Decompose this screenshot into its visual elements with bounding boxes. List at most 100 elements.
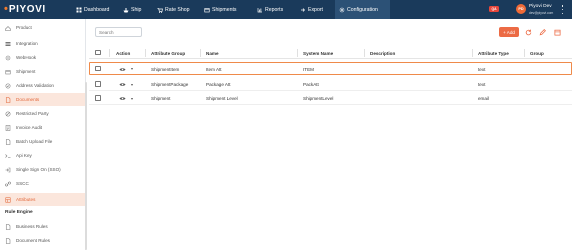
column-header-name[interactable]: Name — [206, 51, 219, 56]
sidebar-item-label: Shipment — [16, 69, 36, 74]
edit-button[interactable] — [538, 28, 546, 36]
cell-attribute-type: text — [478, 81, 486, 87]
sidebar-scrollbar[interactable] — [85, 82, 87, 250]
ship-icon — [123, 7, 129, 12]
cell-attribute-type: text — [478, 66, 486, 72]
nav-reports-label: Reports — [265, 6, 284, 13]
action-dropdown-icon[interactable] — [131, 68, 133, 70]
invoice-audit-icon — [5, 124, 11, 131]
row-checkbox[interactable] — [95, 95, 101, 101]
nav-rate-shop-label: Rate Shop — [165, 6, 190, 13]
sidebar-item-label: Integration — [16, 41, 38, 46]
restricted-party-icon — [5, 111, 11, 116]
sidebar-item-shipment[interactable]: Shipment — [0, 65, 86, 78]
sidebar-item-label: Document Rules — [16, 238, 50, 243]
user-avatar[interactable]: PD — [516, 4, 526, 14]
piyovi-logo[interactable]: • PIYOVI — [4, 3, 46, 16]
cell-attribute-group: ShipmentPackage — [151, 81, 189, 87]
business-rules-icon — [5, 223, 11, 230]
cell-attribute-type: email — [478, 95, 489, 101]
sidebar-item-documents[interactable]: Documents — [0, 93, 86, 106]
nav-ship[interactable]: Ship — [119, 0, 145, 19]
nav-ship-label: Ship — [131, 6, 142, 13]
sidebar-item-restricted-party[interactable]: Restricted Party — [0, 107, 86, 120]
column-header-attribute-type[interactable]: Attribute Type — [478, 51, 509, 56]
sidebar-item-sso[interactable]: Single Sign On (SSO) — [0, 163, 86, 176]
column-header-attribute-group[interactable]: Attribute Group — [151, 51, 185, 56]
nav-shipments[interactable]: Shipments — [200, 0, 241, 19]
row-checkbox[interactable] — [95, 65, 101, 71]
sidebar-item-label: SSCC — [16, 181, 29, 186]
rate-shop-icon — [157, 7, 163, 13]
column-header-action[interactable]: Action — [116, 51, 130, 56]
refresh-button[interactable] — [524, 28, 532, 36]
cell-name: Shipment Level — [206, 95, 238, 101]
nav-configuration[interactable]: Configuration — [335, 0, 390, 19]
configuration-icon — [339, 6, 345, 13]
select-all-checkbox[interactable] — [95, 49, 101, 55]
view-eye-icon[interactable] — [119, 96, 126, 101]
sso-icon — [5, 167, 11, 172]
nav-dashboard[interactable]: Dashboard — [72, 0, 113, 19]
sidebar-item-invoice-audit[interactable]: Invoice Audit — [0, 121, 86, 134]
column-divider — [145, 48, 146, 57]
reports-icon — [257, 7, 262, 12]
column-header-group[interactable]: Group — [530, 51, 544, 56]
sidebar-item-document-rules[interactable]: Document Rules — [0, 234, 86, 247]
table-row[interactable]: ShipmentPackage Package Att PackAtt text — [89, 78, 572, 91]
sidebar-item-label: Single Sign On (SSO) — [16, 167, 61, 172]
sscc-icon — [5, 181, 11, 186]
integration-icon — [5, 41, 11, 46]
sidebar-item-label: Documents — [16, 97, 40, 102]
rule-engine-heading: Rule Engine — [5, 210, 33, 215]
sidebar-item-label: Api Key — [16, 153, 32, 158]
sidebar-item-api-key[interactable]: Api Key — [0, 149, 86, 162]
sidebar-item-business-rules[interactable]: Business Rules — [0, 220, 86, 233]
delete-icon — [553, 29, 561, 36]
nav-export-label: Export — [308, 6, 323, 13]
more-options-icon[interactable] — [561, 5, 564, 14]
column-divider — [524, 48, 525, 57]
sidebar-item-label: Product — [16, 25, 32, 30]
nav-export[interactable]: Export — [296, 0, 327, 19]
table-row[interactable]: Shipment Shipment Level ShipmentLevel em… — [89, 92, 572, 105]
column-divider — [297, 48, 298, 57]
api-key-icon — [5, 153, 11, 158]
product-icon — [5, 25, 11, 31]
sidebar-item-label: WebHook — [16, 55, 37, 60]
sidebar-item-address-validation[interactable]: Address Validation — [0, 79, 86, 92]
table-header: Action Attribute Group Name System Name … — [89, 46, 572, 59]
table-row[interactable]: ShipmentItem Item Att ITEM text — [89, 62, 572, 75]
nav-configuration-label: Configuration — [347, 6, 378, 13]
search-input[interactable] — [95, 27, 142, 37]
nav-reports[interactable]: Reports — [253, 0, 287, 19]
action-dropdown-icon[interactable] — [131, 83, 133, 86]
action-dropdown-icon[interactable] — [131, 97, 133, 100]
column-header-description[interactable]: Description — [370, 51, 395, 56]
cell-system-name: ITEM — [303, 66, 314, 72]
cell-attribute-group: ShipmentItem — [151, 66, 180, 72]
sidebar-item-label: Batch Upload File — [16, 139, 53, 144]
edit-icon — [539, 28, 546, 35]
export-icon — [301, 7, 305, 12]
sidebar-item-attributes[interactable]: Attributes — [0, 193, 86, 206]
row-checkbox[interactable] — [95, 81, 101, 87]
sidebar-item-batch-upload-file[interactable]: Batch Upload File — [0, 135, 86, 148]
add-button[interactable]: + Add — [499, 27, 519, 37]
nav-dashboard-label: Dashboard — [84, 6, 110, 13]
sidebar-item-webhook[interactable]: WebHook — [0, 51, 86, 64]
column-divider — [109, 48, 110, 57]
delete-button[interactable] — [553, 28, 561, 36]
view-eye-icon[interactable] — [119, 82, 126, 87]
dashboard-icon — [76, 7, 82, 12]
cell-system-name: PackAtt — [303, 81, 319, 87]
sidebar-item-sscc[interactable]: SSCC — [0, 177, 86, 190]
sidebar-item-product[interactable]: Product — [0, 21, 86, 34]
view-eye-icon[interactable] — [119, 67, 126, 72]
cell-name: Package Att — [206, 81, 231, 87]
column-header-system-name[interactable]: System Name — [303, 51, 333, 56]
nav-rate-shop[interactable]: Rate Shop — [153, 0, 194, 19]
top-navigation-bar: • PIYOVI Dashboard Ship Rate Shop Shipme… — [0, 0, 572, 19]
sidebar-item-integration[interactable]: Integration — [0, 37, 86, 50]
user-name[interactable]: Piyovi Dev — [529, 4, 552, 9]
